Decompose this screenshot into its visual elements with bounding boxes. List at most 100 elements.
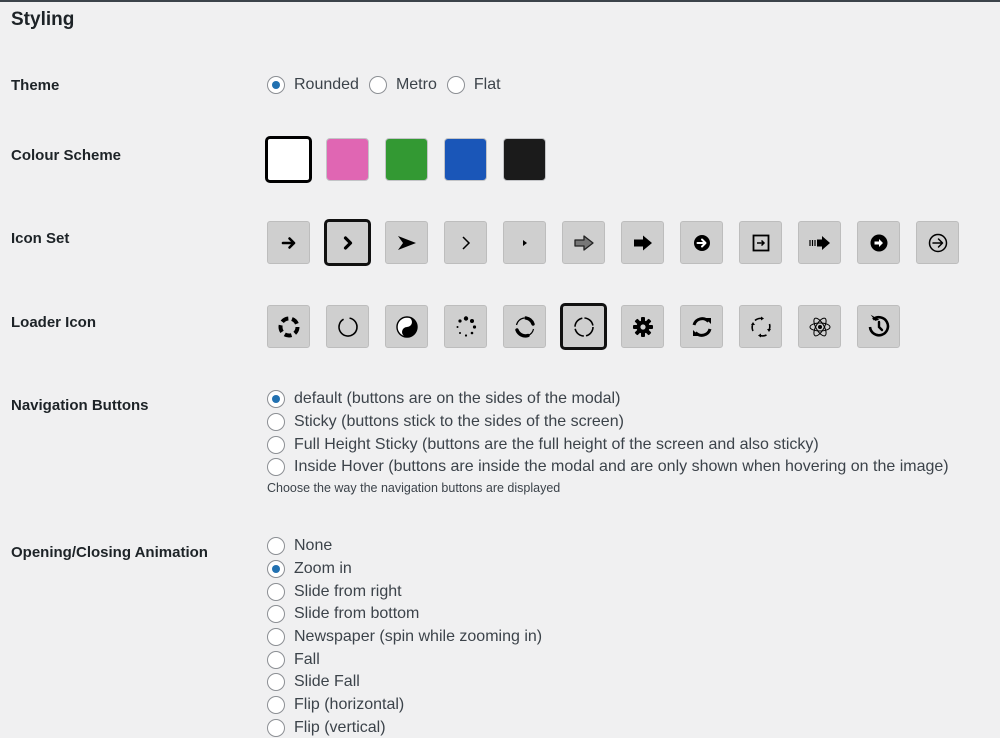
dots-circle-loader-icon: [454, 315, 478, 339]
yin-yang-loader-icon: [395, 315, 419, 339]
navigation-buttons-option[interactable]: Full Height Sticky (buttons are the full…: [267, 433, 949, 456]
animation-option[interactable]: None: [267, 535, 542, 558]
double-arc-loader-icon: [512, 314, 538, 340]
animation-option-label: Slide Fall: [294, 673, 360, 691]
loader-icon-option[interactable]: [857, 305, 900, 348]
navigation-buttons-option[interactable]: Inside Hover (buttons are inside the mod…: [267, 456, 949, 479]
animation-option[interactable]: Newspaper (spin while zooming in): [267, 626, 542, 649]
theme-option-flat[interactable]: Flat: [446, 76, 501, 94]
thin-ring-loader-icon: [336, 315, 360, 339]
block-arrow-right-icon: [632, 234, 654, 252]
theme-radio-metro[interactable]: [368, 76, 387, 94]
navigation-buttons-option-label: Inside Hover (buttons are inside the mod…: [294, 458, 949, 476]
atom-loader-icon: [807, 314, 833, 340]
theme-radio-group: Rounded Metro Flat: [267, 76, 511, 94]
loader-icon-option[interactable]: [621, 305, 664, 348]
icon-set-option[interactable]: [857, 221, 900, 264]
animation-option-label: Fall: [294, 650, 320, 668]
section-title: Styling: [11, 9, 75, 30]
colour-swatch-white[interactable]: [265, 136, 312, 183]
history-loader-icon: [866, 314, 892, 340]
loader-icon-option[interactable]: [798, 305, 841, 348]
animation-radio[interactable]: [267, 673, 285, 692]
icon-set-group: [267, 219, 975, 266]
colour-swatch-pink[interactable]: [326, 138, 369, 181]
icon-set-option[interactable]: [385, 221, 428, 264]
gear-loader-icon: [631, 315, 655, 339]
icon-set-option[interactable]: [798, 221, 841, 264]
navigation-buttons-option[interactable]: default (buttons are on the sides of the…: [267, 388, 949, 411]
icon-set-option[interactable]: [324, 219, 371, 266]
navigation-buttons-option-label: default (buttons are on the sides of the…: [294, 390, 621, 408]
animation-option[interactable]: Slide from bottom: [267, 603, 542, 626]
icon-set-option[interactable]: [621, 221, 664, 264]
animation-option[interactable]: Flip (horizontal): [267, 694, 542, 717]
animation-option-label: Newspaper (spin while zooming in): [294, 628, 543, 646]
icon-set-option[interactable]: [444, 221, 487, 264]
icon-set-option[interactable]: [916, 221, 959, 264]
loader-icon-option[interactable]: [326, 305, 369, 348]
colour-swatch-black[interactable]: [503, 138, 546, 181]
animation-option[interactable]: Fall: [267, 648, 542, 671]
circular-arrows-loader-icon: [749, 315, 773, 339]
animation-option-label: Flip (horizontal): [294, 696, 405, 714]
chevron-thin-right-icon: [459, 234, 473, 252]
animation-radio[interactable]: [267, 628, 285, 647]
fast-arrow-right-icon: [808, 234, 832, 252]
loader-icon-option[interactable]: [503, 305, 546, 348]
colour-scheme-label: Colour Scheme: [11, 147, 122, 164]
theme-option-label: Rounded: [294, 76, 359, 93]
theme-radio-flat[interactable]: [446, 76, 465, 94]
animation-option[interactable]: Flip (vertical): [267, 717, 542, 738]
navigation-buttons-option[interactable]: Sticky (buttons stick to the sides of th…: [267, 411, 949, 434]
icon-set-option[interactable]: [562, 221, 605, 264]
animation-radio[interactable]: [267, 537, 285, 556]
navigation-buttons-radio[interactable]: [267, 413, 285, 432]
colour-swatch-green[interactable]: [385, 138, 428, 181]
animation-radio[interactable]: [267, 650, 285, 669]
animation-radio[interactable]: [267, 718, 285, 737]
loader-icon-option[interactable]: [739, 305, 782, 348]
theme-option-metro[interactable]: Metro: [368, 76, 437, 94]
animation-radio[interactable]: [267, 560, 285, 579]
animation-option-label: Flip (vertical): [294, 718, 386, 736]
square-arrow-right-icon: [751, 233, 771, 253]
navigation-buttons-radio[interactable]: [267, 390, 285, 409]
animation-label: Opening/Closing Animation: [11, 544, 208, 561]
colour-swatch-blue[interactable]: [444, 138, 487, 181]
icon-set-option[interactable]: [267, 221, 310, 264]
loader-icon-option[interactable]: [267, 305, 310, 348]
arrow-right-icon: [280, 234, 298, 252]
loader-icon-option[interactable]: [680, 305, 723, 348]
animation-option-label: Slide from bottom: [294, 605, 420, 623]
refresh-loader-icon: [689, 314, 715, 340]
navigation-buttons-description: Choose the way the navigation buttons ar…: [267, 480, 561, 495]
animation-option[interactable]: Zoom in: [267, 558, 542, 581]
navigation-buttons-radio-group: default (buttons are on the sides of the…: [267, 388, 949, 495]
dashed-ring-loader-icon: [277, 315, 301, 339]
theme-label: Theme: [11, 77, 60, 94]
animation-radio[interactable]: [267, 582, 285, 601]
icon-set-option[interactable]: [680, 221, 723, 264]
loader-icon-option[interactable]: [385, 305, 428, 348]
icon-set-option[interactable]: [503, 221, 546, 264]
animation-option[interactable]: Slide from right: [267, 580, 542, 603]
navigation-buttons-option-label: Full Height Sticky (buttons are the full…: [294, 435, 819, 453]
loader-icon-option[interactable]: [444, 305, 487, 348]
navigation-buttons-radio[interactable]: [267, 458, 285, 477]
animation-option[interactable]: Slide Fall: [267, 671, 542, 694]
icon-set-option[interactable]: [739, 221, 782, 264]
loader-icon-option[interactable]: [560, 303, 607, 350]
animation-option-label: Zoom in: [294, 560, 352, 578]
colour-swatch-group: [265, 136, 562, 183]
animation-radio[interactable]: [267, 605, 285, 624]
circle-solid-arrow-right-icon: [869, 233, 889, 253]
theme-option-label: Flat: [473, 76, 501, 93]
circle-outline-arrow-right-icon: [927, 232, 949, 254]
theme-radio-rounded[interactable]: [267, 76, 285, 94]
theme-option-rounded[interactable]: Rounded: [267, 76, 359, 94]
segmented-ring-loader-icon: [572, 315, 596, 339]
navigation-buttons-radio[interactable]: [267, 435, 285, 454]
navigation-buttons-option-label: Sticky (buttons stick to the sides of th…: [294, 413, 624, 431]
animation-radio[interactable]: [267, 696, 285, 715]
